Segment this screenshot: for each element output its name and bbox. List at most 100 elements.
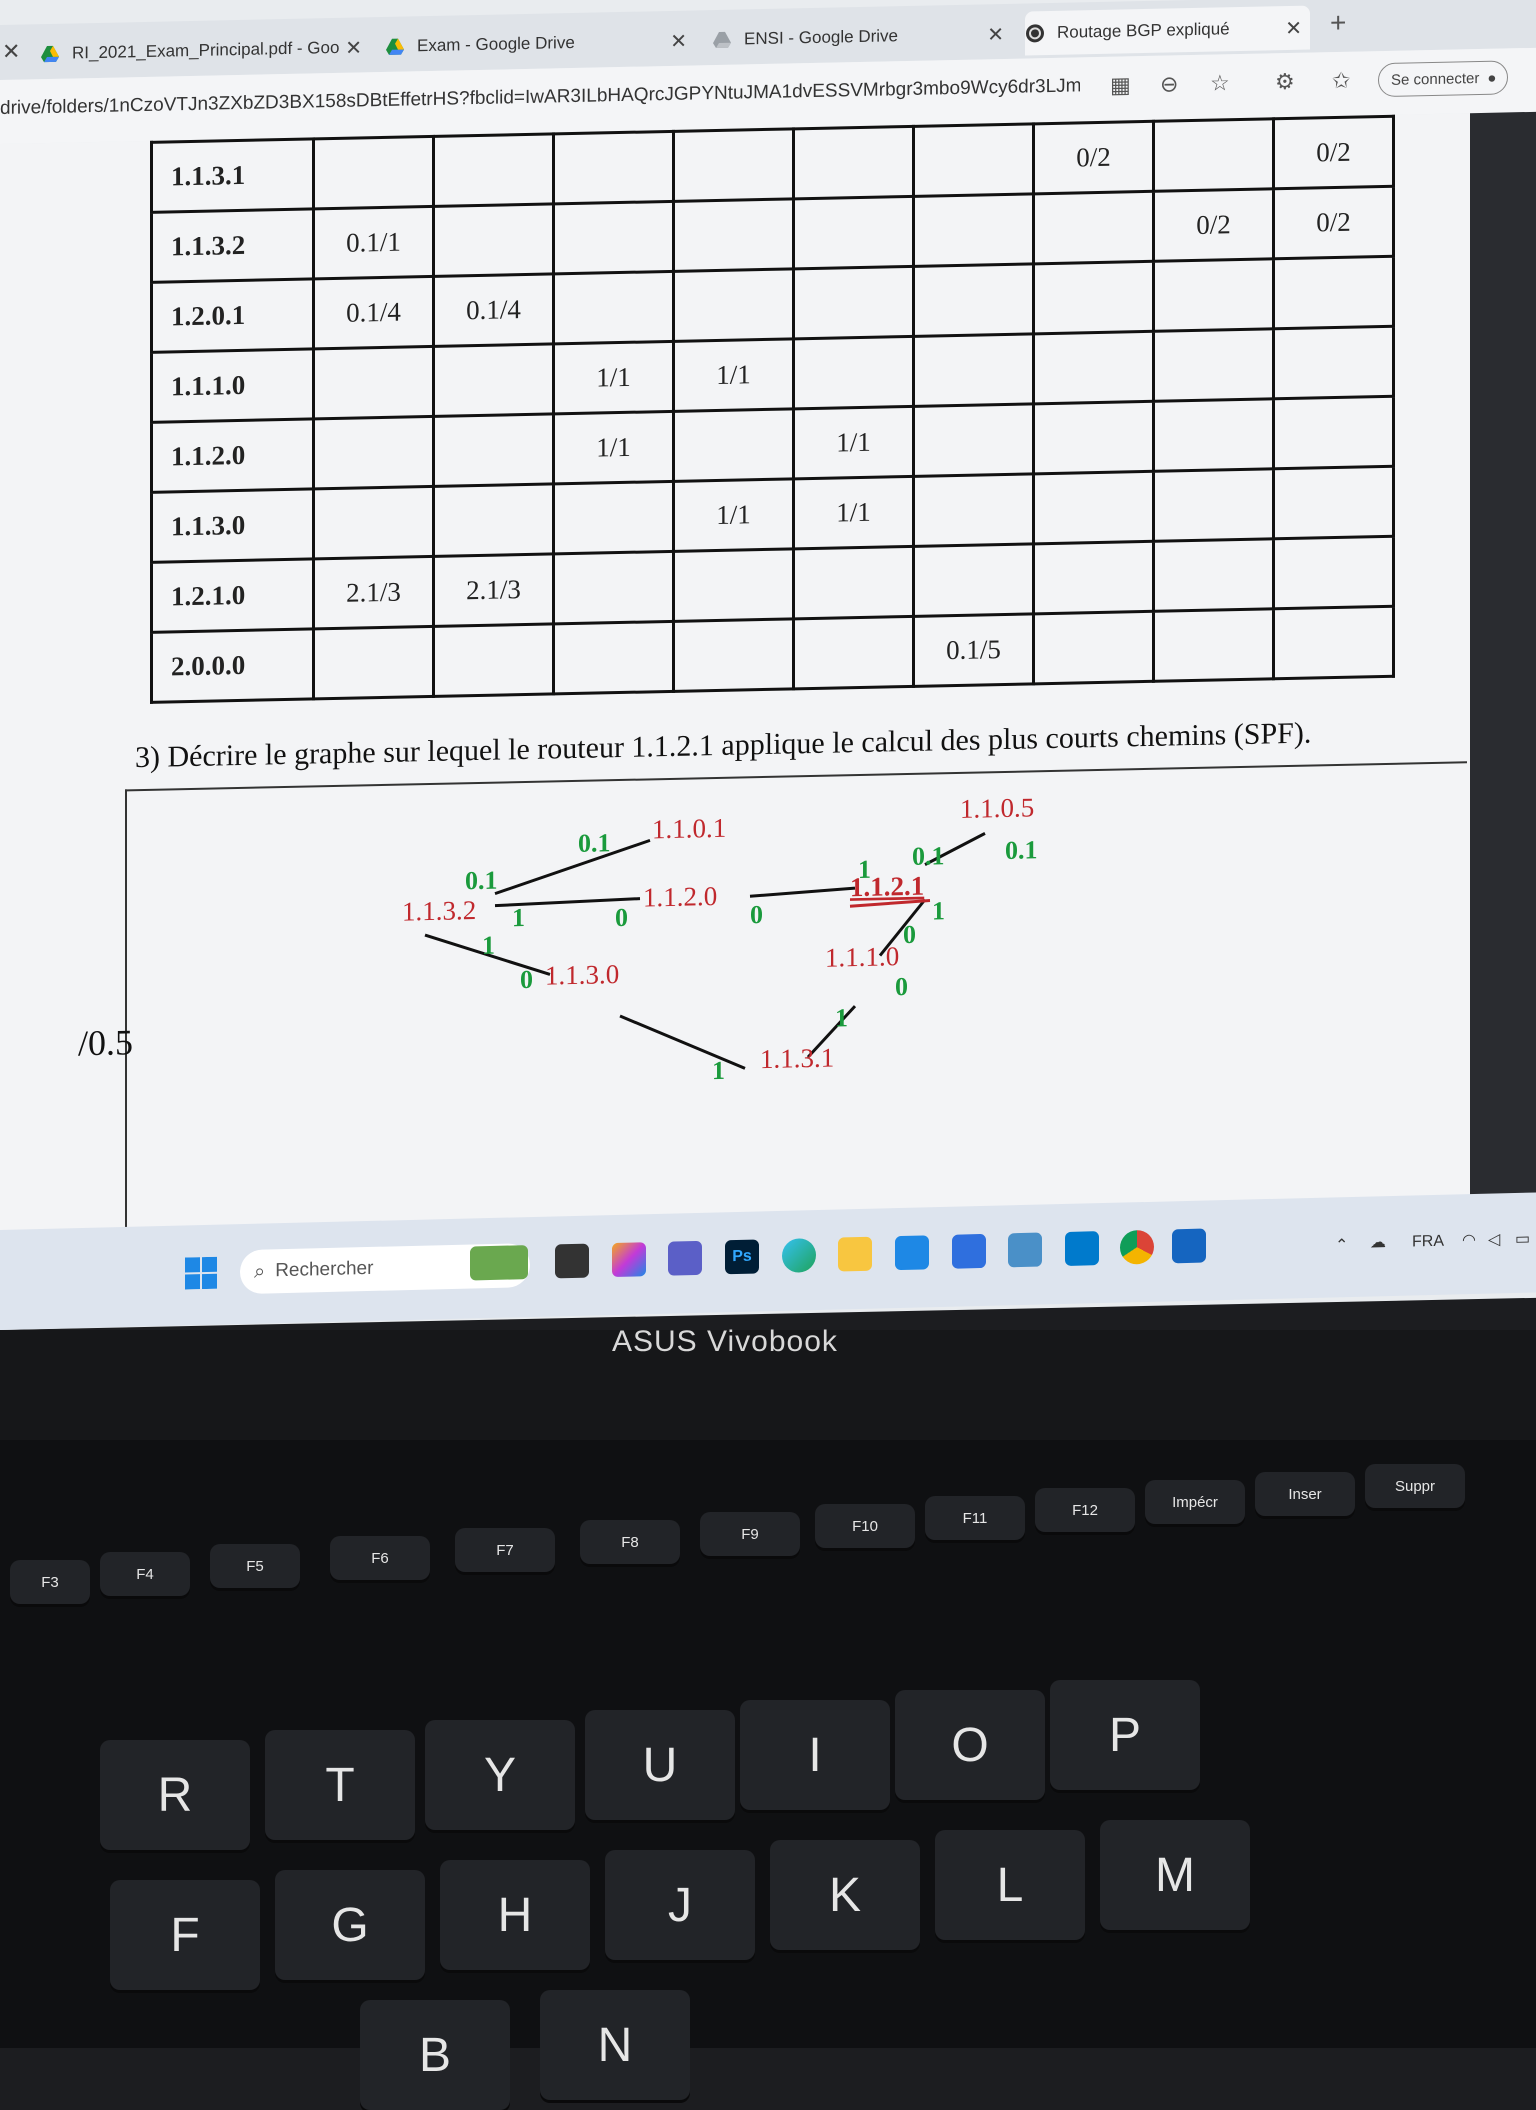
edge-icon[interactable] bbox=[782, 1238, 816, 1273]
edge-weight: 1 bbox=[932, 896, 945, 925]
node-label: 1.1.0.1 bbox=[652, 813, 726, 845]
new-tab-icon[interactable]: + bbox=[1330, 7, 1346, 39]
favorite-star-icon[interactable]: ☆ bbox=[1210, 70, 1230, 96]
key-o[interactable]: O bbox=[895, 1690, 1045, 1800]
laptop-screen: ✕ RI_2021_Exam_Principal.pdf - Goo ✕ Exa… bbox=[0, 0, 1536, 1330]
sign-in-button[interactable]: Se connecter ● bbox=[1378, 60, 1508, 98]
copilot-icon[interactable] bbox=[612, 1242, 646, 1278]
key-i[interactable]: I bbox=[740, 1700, 890, 1810]
key-l[interactable]: L bbox=[935, 1830, 1085, 1940]
task-view-icon[interactable] bbox=[555, 1243, 589, 1279]
google-drive-icon bbox=[386, 38, 404, 55]
edge-weight: 0 bbox=[903, 920, 916, 949]
widgets-icon[interactable] bbox=[470, 1245, 528, 1281]
openai-icon bbox=[1026, 24, 1044, 43]
close-icon[interactable]: ✕ bbox=[1285, 15, 1302, 40]
edge-weight: 1 bbox=[712, 1056, 725, 1085]
calendar-icon[interactable] bbox=[952, 1233, 986, 1269]
node-label: 1.1.3.1 bbox=[760, 1043, 834, 1075]
zoom-out-icon[interactable]: ⊖ bbox=[1160, 71, 1178, 97]
key-f7[interactable]: F7 bbox=[455, 1528, 555, 1572]
profile-icon: ● bbox=[1487, 69, 1497, 87]
edge-weight: 1 bbox=[512, 903, 525, 932]
store-icon[interactable] bbox=[895, 1235, 929, 1271]
key-f12[interactable]: F12 bbox=[1035, 1488, 1135, 1532]
tab-ensi-drive[interactable]: ENSI - Google Drive ✕ bbox=[712, 12, 1012, 62]
key-f9[interactable]: F9 bbox=[700, 1512, 800, 1556]
key-t[interactable]: T bbox=[265, 1730, 415, 1840]
tab-routage-bgp[interactable]: Routage BGP expliqué ✕ bbox=[1025, 5, 1310, 56]
wifi-icon[interactable]: ◠ bbox=[1462, 1230, 1476, 1250]
key-m[interactable]: M bbox=[1100, 1820, 1250, 1930]
search-icon: ⌕ bbox=[254, 1260, 266, 1283]
key-f6[interactable]: F6 bbox=[330, 1536, 430, 1580]
close-icon[interactable]: ✕ bbox=[987, 21, 1004, 46]
edge-weight: 0 bbox=[750, 900, 763, 929]
laptop-brand: ASUS Vivobook bbox=[612, 1325, 838, 1358]
key-f5[interactable]: F5 bbox=[210, 1544, 300, 1588]
key-j[interactable]: J bbox=[605, 1850, 755, 1960]
key-f10[interactable]: F10 bbox=[815, 1504, 915, 1548]
graph-edge bbox=[619, 1014, 746, 1070]
tab-ri-exam-pdf[interactable]: RI_2021_Exam_Principal.pdf - Goo ✕ bbox=[40, 25, 370, 76]
vscode-icon[interactable] bbox=[1065, 1231, 1099, 1266]
extensions-icon[interactable]: ⚙ bbox=[1275, 69, 1295, 95]
google-drive-icon bbox=[41, 45, 59, 63]
key-suppr[interactable]: Suppr bbox=[1365, 1464, 1465, 1508]
network-icon[interactable] bbox=[1008, 1232, 1042, 1268]
key-y[interactable]: Y bbox=[425, 1720, 575, 1830]
chevron-up-icon[interactable]: ⌃ bbox=[1335, 1235, 1348, 1255]
node-label: 1.1.3.0 bbox=[545, 959, 619, 991]
key-f11[interactable]: F11 bbox=[925, 1496, 1025, 1540]
key-u[interactable]: U bbox=[585, 1710, 735, 1820]
battery-icon[interactable]: ▭ bbox=[1515, 1229, 1530, 1249]
key-g[interactable]: G bbox=[275, 1870, 425, 1980]
tab-label: Routage BGP expliqué bbox=[1057, 19, 1230, 42]
reader-view-icon[interactable]: ▦ bbox=[1110, 72, 1131, 98]
key-inser[interactable]: Inser bbox=[1255, 1472, 1355, 1516]
node-label: 1.1.2.0 bbox=[643, 881, 717, 913]
windows-start-icon[interactable] bbox=[185, 1256, 217, 1290]
key-k[interactable]: K bbox=[770, 1840, 920, 1950]
key-n[interactable]: N bbox=[540, 1990, 690, 2100]
app-icon[interactable] bbox=[1172, 1228, 1206, 1264]
close-icon[interactable]: ✕ bbox=[2, 39, 20, 65]
key-f[interactable]: F bbox=[110, 1880, 260, 1990]
teams-icon[interactable] bbox=[668, 1240, 702, 1276]
url-field[interactable]: drive/folders/1nCzoVTJn3ZXbZD3BX158sDBtE… bbox=[0, 75, 1080, 120]
sign-in-label: Se connecter bbox=[1391, 69, 1480, 89]
chrome-icon[interactable] bbox=[1120, 1229, 1154, 1265]
google-drive-icon bbox=[713, 31, 731, 49]
key-h[interactable]: H bbox=[440, 1860, 590, 1970]
node-label: 1.1.0.5 bbox=[960, 792, 1034, 824]
graph-edge bbox=[749, 886, 856, 898]
graph-edge bbox=[494, 838, 651, 896]
spf-graph: 1.1.0.1 1.1.0.5 1.1.3.2 1.1.2.0 1.1.2.1 … bbox=[402, 792, 1037, 1085]
language-indicator[interactable]: FRA bbox=[1412, 1233, 1444, 1252]
key-f8[interactable]: F8 bbox=[580, 1520, 680, 1564]
close-icon[interactable]: ✕ bbox=[345, 35, 362, 60]
key-f3[interactable]: F3 bbox=[10, 1560, 90, 1604]
favorites-icon[interactable]: ✩ bbox=[1332, 68, 1350, 94]
tab-label: RI_2021_Exam_Principal.pdf - Goo bbox=[72, 37, 340, 63]
edge-weight: 1 bbox=[835, 1003, 848, 1032]
node-label: 1.1.1.0 bbox=[825, 941, 899, 973]
photoshop-icon[interactable]: Ps bbox=[725, 1239, 759, 1275]
edge-weight: 0.1 bbox=[465, 866, 497, 896]
file-explorer-icon[interactable] bbox=[838, 1236, 872, 1272]
key-impecr[interactable]: Impécr bbox=[1145, 1480, 1245, 1524]
volume-icon[interactable]: ◁ bbox=[1488, 1229, 1500, 1249]
edge-weight: 0.1 bbox=[912, 841, 944, 871]
search-placeholder: Rechercher bbox=[275, 1257, 374, 1282]
key-b[interactable]: B bbox=[360, 2000, 510, 2110]
edge-weight: 0 bbox=[520, 965, 533, 994]
close-icon[interactable]: ✕ bbox=[670, 28, 687, 53]
key-f4[interactable]: F4 bbox=[100, 1552, 190, 1596]
pdf-page: 1.1.3.1 0/2 0/2 1.1.3.2 0.1/1 0/2 0/2 1.2.0.1 0.… bbox=[0, 113, 1470, 1312]
onedrive-icon[interactable]: ☁ bbox=[1370, 1232, 1386, 1252]
right-panel bbox=[1470, 111, 1536, 1264]
key-p[interactable]: P bbox=[1050, 1680, 1200, 1790]
tab-label: Exam - Google Drive bbox=[417, 32, 575, 56]
key-r[interactable]: R bbox=[100, 1740, 250, 1850]
tab-exam-drive[interactable]: Exam - Google Drive ✕ bbox=[385, 18, 695, 68]
